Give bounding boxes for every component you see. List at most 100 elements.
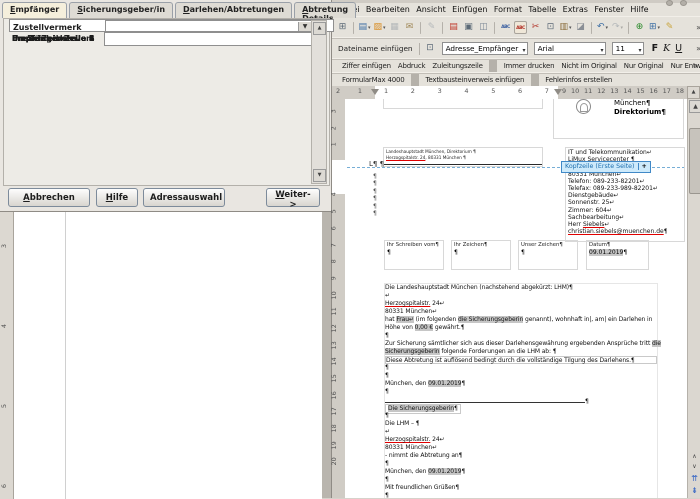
- toolbar-icon[interactable]: [420, 22, 421, 34]
- scroll-up-icon[interactable]: ▲: [689, 100, 700, 113]
- insert-table-icon[interactable]: ⊞: [648, 21, 661, 34]
- redo-icon[interactable]: ↷: [611, 21, 624, 34]
- abbrechen-button[interactable]: Abbrechen: [8, 188, 90, 207]
- email-icon[interactable]: ✉: [403, 21, 416, 34]
- toolbar-overflow-icon[interactable]: »: [696, 23, 700, 32]
- scroll-down-icon[interactable]: ▼: [313, 169, 326, 182]
- font-size-combobox[interactable]: 11▾: [612, 42, 644, 55]
- bold-button[interactable]: F: [652, 43, 659, 54]
- paste-icon[interactable]: ▥: [559, 21, 572, 34]
- weiter-button[interactable]: Weiter->: [266, 188, 320, 207]
- toolbar-button[interactable]: Fehlerinfos erstellen: [542, 76, 616, 84]
- toolbar-button[interactable]: Zuleitungszeile: [429, 62, 486, 70]
- insert-filename-button[interactable]: Dateiname einfügen: [335, 42, 416, 55]
- apply-field-icon[interactable]: ⊡: [424, 42, 437, 55]
- toolbar-button[interactable]: Abdruck: [394, 62, 429, 70]
- combo-arrow-icon[interactable]: ▾: [639, 45, 642, 55]
- scroll-up-icon[interactable]: ▲: [687, 86, 700, 99]
- draw-functions-icon[interactable]: ✎: [663, 21, 676, 34]
- scroll-up-icon[interactable]: ▲: [313, 22, 326, 35]
- horizontal-ruler[interactable]: 21 1234567 9101112131415161718 ▲: [332, 86, 700, 100]
- combo-arrow-icon[interactable]: ▼: [298, 22, 311, 32]
- paragraph-style-combobox[interactable]: Adresse_Empfänger▾: [442, 42, 528, 55]
- undo-icon[interactable]: ↶: [596, 21, 609, 34]
- cut-icon[interactable]: ✂: [529, 21, 542, 34]
- toolbar-button[interactable]: Nur Original: [620, 62, 667, 70]
- toolbar-icon[interactable]: [353, 22, 354, 34]
- scrollbar-thumb[interactable]: [689, 128, 700, 194]
- toolbar-button[interactable]: Textbausteinverweis einfügen: [422, 76, 528, 84]
- toolbar-icon[interactable]: [442, 22, 443, 34]
- new-document-icon[interactable]: ▤: [358, 21, 371, 34]
- copy-icon[interactable]: ⊡: [544, 21, 557, 34]
- export-pdf-icon[interactable]: ▤: [447, 21, 460, 34]
- toolbar-icon[interactable]: [628, 22, 629, 34]
- toolbar-button[interactable]: Immer drucken: [500, 62, 558, 70]
- menu-bar: DateiBearbeitenAnsichtEinfügenFormatTabe…: [332, 3, 700, 16]
- insert-fields-icon[interactable]: ⊞: [336, 21, 349, 34]
- adressauswahl-button[interactable]: Adressauswahl: [143, 188, 225, 207]
- auto-spellcheck-icon[interactable]: ABC: [514, 21, 527, 34]
- field-input[interactable]: ▼: [104, 32, 312, 46]
- save-icon[interactable]: ▦: [388, 21, 401, 34]
- header-tag[interactable]: Kopfzeile (Erste Seite)+: [561, 161, 651, 173]
- edit-file-icon[interactable]: ✎: [425, 21, 438, 34]
- toolbar-button[interactable]: [411, 74, 419, 86]
- combo-arrow-icon[interactable]: ▾: [523, 45, 526, 55]
- hilfe-button[interactable]: Hilfe: [96, 188, 138, 207]
- underline-button[interactable]: U: [675, 43, 682, 54]
- tab-abtretung-details[interactable]: Abtretung Details: [294, 2, 356, 18]
- toolbar-button[interactable]: Nicht im Original: [558, 62, 620, 70]
- tab-empfaenger[interactable]: Empfänger: [2, 2, 67, 18]
- toolbar-buttons: FormularMax 4000 Textbausteinverweis einf…: [335, 74, 619, 86]
- text-boundary-line: [65, 212, 66, 499]
- field-input[interactable]: ▼: [105, 20, 313, 32]
- sender-rule: [384, 164, 542, 166]
- menu-item[interactable]: Tabelle: [525, 5, 559, 14]
- open-folder-icon[interactable]: ▨: [373, 21, 386, 34]
- toolbar-icon[interactable]: [591, 22, 592, 34]
- page-preview-icon[interactable]: ◫: [477, 21, 490, 34]
- toolbar-button[interactable]: [531, 74, 539, 86]
- menu-item[interactable]: Einfügen: [449, 5, 491, 14]
- toolbar-icon[interactable]: [494, 22, 495, 34]
- document-page[interactable]: München¶ Direktorium¶ Landeshauptstadt M…: [345, 99, 687, 498]
- format-paintbrush-icon[interactable]: ◪: [574, 21, 587, 34]
- dialog-scrollbar[interactable]: ▲ ▼: [311, 20, 327, 184]
- left-writer-document[interactable]: 3 4 5 6: [0, 211, 322, 499]
- font-name-combobox[interactable]: Arial▾: [534, 42, 606, 55]
- spellcheck-icon[interactable]: ABC: [499, 21, 512, 34]
- toolbar-button[interactable]: [489, 60, 497, 72]
- menu-item[interactable]: Extras: [559, 5, 591, 14]
- hyperlink-globe-icon[interactable]: ⊕: [633, 21, 646, 34]
- tab-darlehen-abtretungen[interactable]: Darlehen/Abtretungen: [175, 2, 292, 18]
- toolbar-icons: ⊞▤▨▦✉✎▤▣◫ABCABC✂⊡▥◪↶↷⊕⊞✎: [335, 21, 677, 34]
- indent-marker[interactable]: [554, 89, 562, 95]
- next-page-icon[interactable]: ⇟: [689, 485, 700, 496]
- indent-marker[interactable]: [371, 89, 379, 95]
- tab-sicherungsgeber-in[interactable]: Sicherungsgeber/in: [69, 2, 173, 18]
- toolbar-button[interactable]: Ziffer einfügen: [339, 62, 395, 70]
- vertical-ruler[interactable]: 3214567891011121314151617181920: [332, 99, 346, 498]
- header-plus-button[interactable]: +: [638, 163, 647, 170]
- menu-item[interactable]: Hilfe: [627, 5, 652, 14]
- toolbar-button[interactable]: FormularMax 4000: [339, 76, 409, 84]
- sender-block: Landeshauptstadt München, Direktorium ¶ …: [383, 147, 543, 167]
- toolbar-overflow-icon[interactable]: »: [690, 62, 700, 70]
- formatting-marks: L¶ ¶: [369, 160, 384, 168]
- italic-button[interactable]: K: [663, 43, 670, 54]
- vertical-scrollbar[interactable]: ▲ ∧ ∨ ⇈ ⇟: [687, 99, 700, 498]
- menu-item[interactable]: Bearbeiten: [363, 5, 413, 14]
- menu-item[interactable]: Fenster: [591, 5, 627, 14]
- menu-item[interactable]: Ansicht: [413, 5, 449, 14]
- org-city: München¶: [614, 99, 650, 107]
- window-gap: [322, 211, 331, 498]
- combo-arrow-icon[interactable]: ▾: [601, 45, 604, 55]
- previous-page-icon[interactable]: ⇈: [689, 473, 700, 484]
- format-toolbar: Dateiname einfügen ⊡ Adresse_Empfänger▾ …: [332, 37, 700, 60]
- chevron-down-icon[interactable]: ∨: [689, 461, 700, 472]
- standard-toolbar: ⊞▤▨▦✉✎▤▣◫ABCABC✂⊡▥◪↶↷⊕⊞✎ »: [332, 16, 700, 39]
- menu-item[interactable]: Format: [491, 5, 526, 14]
- toolbar-overflow-icon[interactable]: »: [696, 44, 700, 53]
- print-icon[interactable]: ▣: [462, 21, 475, 34]
